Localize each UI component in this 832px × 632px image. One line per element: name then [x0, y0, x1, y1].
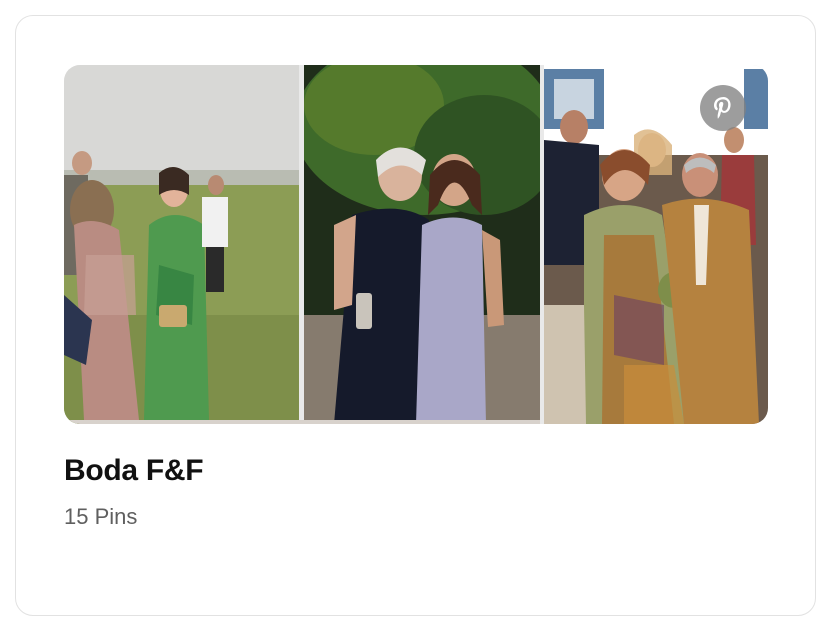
board-pin-count: 15 Pins: [64, 504, 138, 529]
cover-photo-2: [304, 65, 540, 424]
cover-photo-1: [64, 65, 299, 424]
board-cover-collage[interactable]: [64, 65, 768, 424]
collage-bottom-strip: [64, 420, 540, 424]
board-title[interactable]: Boda F&F: [64, 454, 204, 488]
pinterest-icon: [700, 85, 746, 131]
